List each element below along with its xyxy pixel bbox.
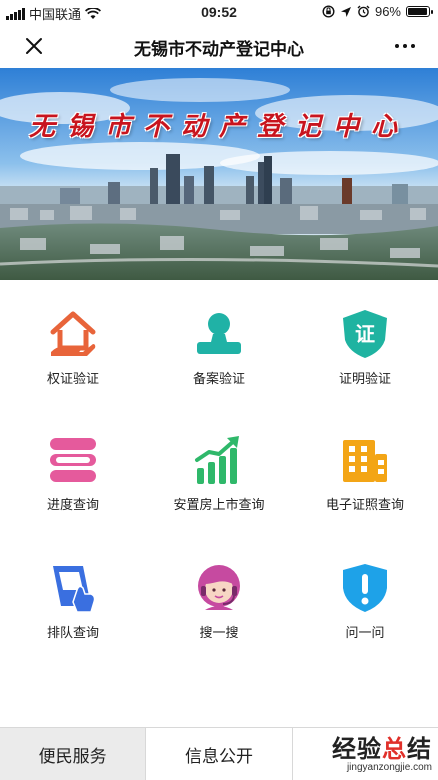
grid-item-label: 安置房上市查询 [173,497,265,512]
banner-title: 无锡市不动产登记中心 [28,112,409,142]
more-dot-icon [395,44,399,48]
more-dot-icon [403,44,407,48]
grid-item-progress-query[interactable]: 进度查询 [0,416,146,516]
banner: 无锡市不动产登记中心 [0,68,438,280]
grid-item-resettlement-query[interactable]: 安置房上市查询 [146,416,292,516]
watermark-url: jingyanzongjie.com [346,762,432,773]
grid-item-e-license-query[interactable]: 电子证照查询 [292,416,438,516]
svg-text:证: 证 [355,322,375,346]
progress-bars-icon [50,438,96,482]
more-dot-icon [411,44,415,48]
grid-item-queue-query[interactable]: 排队查询 [0,544,146,644]
grid-item-filing-verify[interactable]: 备案验证 [146,290,292,390]
house-hand-icon [50,311,96,356]
grid-item-label: 权证验证 [46,371,99,386]
page-title: 无锡市不动产登记中心 [134,40,304,59]
grid-item-label: 进度查询 [46,497,99,512]
grid-item-label: 备案验证 [192,371,245,386]
grid-item-label: 证明验证 [338,371,391,386]
status-right: 96% [322,4,433,19]
watermark: 经验总结 jingyanzongjie.com [332,729,432,773]
stamp-icon [197,313,241,354]
grid-item-search[interactable]: 搜一搜 [146,544,292,644]
building-icon [343,440,387,482]
location-arrow-icon [340,6,351,17]
battery-fill [408,8,428,15]
alert-shield-icon [343,564,387,612]
more-options-button[interactable] [390,32,420,60]
customer-service-icon [198,565,240,610]
grid-item-label: 电子证照查询 [325,497,404,512]
trend-chart-icon [195,436,239,484]
city-skyline-image [0,68,438,280]
alarm-icon [357,5,370,18]
grid-item-certificate-verify[interactable]: 证 证明验证 [292,290,438,390]
rotation-lock-icon [322,5,335,18]
watermark-main: 经验总结 [332,736,432,763]
battery-percent: 96% [374,4,401,19]
status-bar: 中国联通 09:52 96% [0,0,438,24]
battery-icon [406,6,433,17]
grid-item-label: 排队查询 [46,625,99,640]
grid-item-label: 问一问 [345,625,385,640]
tab-information-disclosure[interactable]: 信息公开 [146,728,293,780]
grid-item-ownership-verify[interactable]: 权证验证 [0,290,146,390]
queue-ticket-icon [53,566,96,613]
tab-convenience-services[interactable]: 便民服务 [0,728,147,780]
title-bar: 无锡市不动产登记中心 [0,24,438,68]
certificate-shield-icon: 证 [343,310,387,358]
grid-item-ask[interactable]: 问一问 [292,544,438,644]
grid-item-label: 搜一搜 [199,625,239,640]
